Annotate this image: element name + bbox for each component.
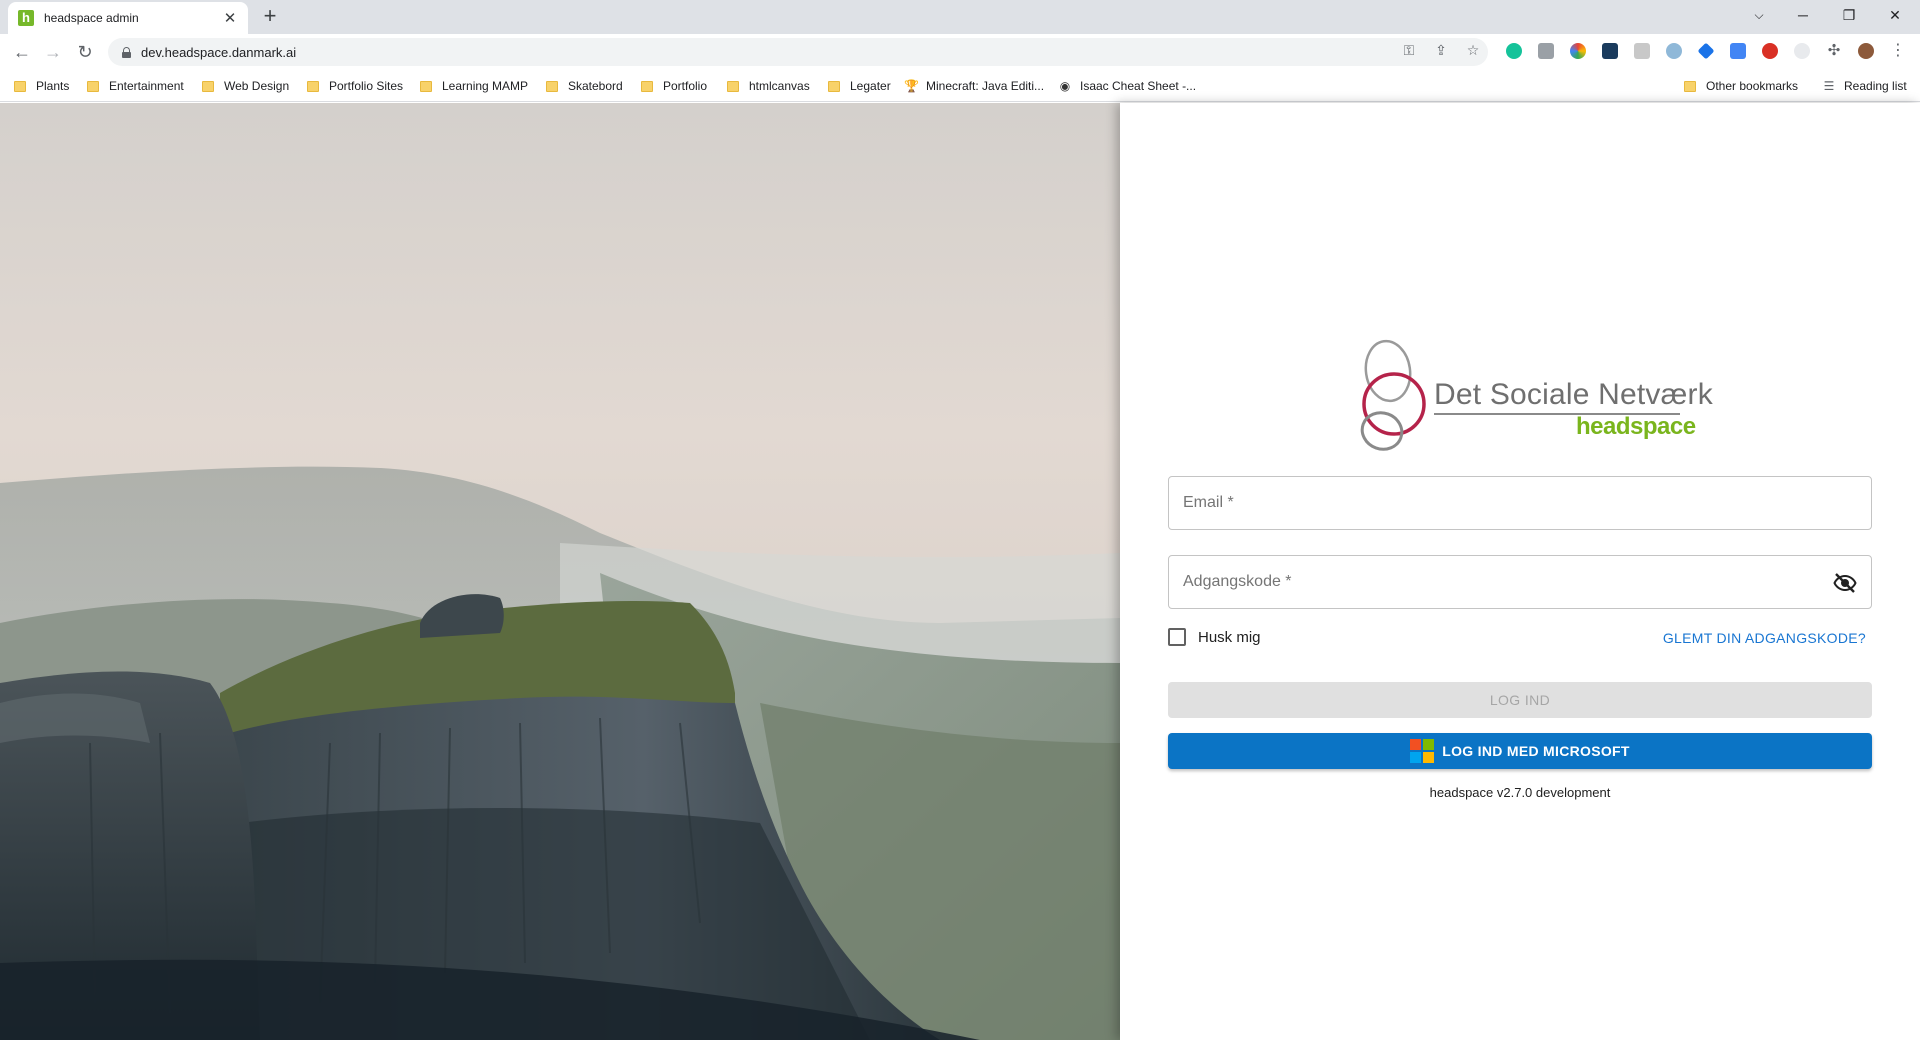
extension-icon[interactable] bbox=[1730, 43, 1746, 59]
email-field[interactable] bbox=[1168, 476, 1872, 530]
bookmark-other[interactable]: Other bookmarks bbox=[1684, 78, 1798, 94]
browser-toolbar: ← → ↻ dev.headspace.danmark.ai ⚿ ⇪ ☆ bbox=[0, 34, 1920, 70]
remember-me-label: Husk mig bbox=[1198, 628, 1261, 646]
password-input[interactable] bbox=[1169, 556, 1871, 608]
tab-strip: h headspace admin ✕ + ⌵ ─ ❐ ✕ bbox=[0, 0, 1920, 34]
bookmark-htmlcanvas[interactable]: htmlcanvas bbox=[727, 78, 810, 94]
extension-icon[interactable] bbox=[1666, 43, 1682, 59]
bookmark-star-icon[interactable]: ☆ bbox=[1465, 42, 1481, 58]
address-bar[interactable]: dev.headspace.danmark.ai bbox=[108, 38, 1488, 66]
close-tab-icon[interactable]: ✕ bbox=[222, 9, 238, 27]
logo-headspace: headspace bbox=[1576, 413, 1696, 440]
bookmark-label: Skatebord bbox=[568, 79, 623, 93]
bookmark-label: Plants bbox=[36, 79, 70, 93]
login-microsoft-button[interactable]: LOG IND MED MICROSOFT bbox=[1168, 733, 1872, 769]
folder-icon bbox=[828, 80, 840, 92]
folder-icon bbox=[641, 80, 653, 92]
login-button[interactable]: LOG IND bbox=[1168, 682, 1872, 718]
bookmark-label: Legater bbox=[850, 79, 891, 93]
bookmark-skatebord[interactable]: Skatebord bbox=[546, 78, 623, 94]
bookmark-label: Isaac Cheat Sheet -... bbox=[1080, 79, 1197, 93]
minimize-button[interactable]: ─ bbox=[1780, 0, 1826, 30]
headspace-favicon-icon: h bbox=[18, 10, 34, 26]
extension-icon[interactable] bbox=[1794, 43, 1810, 59]
close-window-button[interactable]: ✕ bbox=[1872, 0, 1918, 30]
menu-kebab-icon[interactable]: ⋮ bbox=[1890, 43, 1906, 59]
folder-icon bbox=[420, 80, 432, 92]
bookmark-legater[interactable]: Legater bbox=[828, 78, 891, 94]
puzzle-extensions-icon[interactable]: ✣ bbox=[1826, 43, 1842, 59]
tab-search-icon[interactable]: ⌵ bbox=[1736, 0, 1782, 30]
back-arrow-icon[interactable]: ← bbox=[10, 40, 34, 64]
bookmark-label: Learning MAMP bbox=[442, 79, 529, 93]
forward-arrow-icon[interactable]: → bbox=[41, 40, 65, 64]
bookmark-portfolio[interactable]: Portfolio bbox=[641, 78, 707, 94]
folder-icon bbox=[307, 80, 319, 92]
bookmark-label: Entertainment bbox=[109, 79, 184, 93]
folder-icon bbox=[14, 80, 26, 92]
email-input[interactable] bbox=[1169, 477, 1871, 529]
lock-icon bbox=[122, 46, 131, 58]
extension-icon[interactable] bbox=[1538, 43, 1554, 59]
bookmark-label: Other bookmarks bbox=[1706, 79, 1799, 93]
isaac-icon: ◉ bbox=[1059, 79, 1071, 93]
login-microsoft-label: LOG IND MED MICROSOFT bbox=[1442, 743, 1630, 759]
bookmark-plants[interactable]: Plants bbox=[14, 78, 69, 94]
bookmark-portfolio-sites[interactable]: Portfolio Sites bbox=[307, 78, 403, 94]
grammarly-extension-icon[interactable] bbox=[1506, 43, 1522, 59]
bookmark-label: Portfolio Sites bbox=[329, 79, 404, 93]
bookmark-learning-mamp[interactable]: Learning MAMP bbox=[420, 78, 528, 94]
password-field[interactable] bbox=[1168, 555, 1872, 609]
folder-icon bbox=[727, 80, 739, 92]
url-text: dev.headspace.danmark.ai bbox=[141, 44, 297, 60]
bookmark-entertainment[interactable]: Entertainment bbox=[87, 78, 184, 94]
checkbox-box[interactable] bbox=[1168, 628, 1186, 646]
bookmarks-bar: Plants Entertainment Web Design Portfoli… bbox=[0, 70, 1920, 102]
key-icon[interactable]: ⚿ bbox=[1401, 42, 1417, 58]
bookmark-isaac[interactable]: ◉ Isaac Cheat Sheet -... bbox=[1058, 78, 1196, 94]
folder-icon bbox=[87, 80, 99, 92]
extension-icon[interactable] bbox=[1602, 43, 1618, 59]
tab-title: headspace admin bbox=[44, 11, 139, 25]
microsoft-logo-icon bbox=[1410, 739, 1435, 763]
share-icon[interactable]: ⇪ bbox=[1433, 42, 1449, 58]
tab-headspace-admin[interactable]: h headspace admin ✕ bbox=[8, 2, 248, 34]
reload-icon[interactable]: ↻ bbox=[73, 40, 97, 64]
color-picker-extension-icon[interactable] bbox=[1570, 43, 1586, 59]
new-tab-button[interactable]: + bbox=[258, 5, 282, 29]
hero-landscape-image bbox=[0, 103, 1120, 1040]
restore-button[interactable]: ❐ bbox=[1826, 0, 1872, 30]
logo-name: Det Sociale Netværk bbox=[1434, 378, 1713, 411]
bookmark-label: Web Design bbox=[224, 79, 290, 93]
remember-me-checkbox[interactable]: Husk mig bbox=[1168, 628, 1261, 646]
folder-icon bbox=[1684, 80, 1696, 92]
extension-icon[interactable] bbox=[1762, 43, 1778, 59]
reading-list-icon: ☰ bbox=[1823, 79, 1835, 93]
bookmark-label: htmlcanvas bbox=[749, 79, 810, 93]
toggle-password-visibility-icon[interactable] bbox=[1833, 571, 1857, 595]
profile-avatar[interactable] bbox=[1858, 43, 1874, 59]
reading-list-label: Reading list bbox=[1844, 79, 1907, 93]
bookmark-label: Minecraft: Java Editi... bbox=[926, 79, 1045, 93]
reading-list[interactable]: ☰ Reading list bbox=[1822, 78, 1907, 94]
bookmark-label: Portfolio bbox=[663, 79, 708, 93]
bookmark-minecraft[interactable]: 🏆 Minecraft: Java Editi... bbox=[904, 78, 1044, 94]
trophy-icon: 🏆 bbox=[904, 79, 919, 93]
forgot-password-link[interactable]: GLEMT DIN ADGANGSKODE? bbox=[1663, 630, 1866, 646]
extension-icon[interactable] bbox=[1634, 43, 1650, 59]
version-text: headspace v2.7.0 development bbox=[1429, 785, 1611, 800]
folder-icon bbox=[202, 80, 214, 92]
folder-icon bbox=[546, 80, 558, 92]
bookmark-web-design[interactable]: Web Design bbox=[202, 78, 289, 94]
